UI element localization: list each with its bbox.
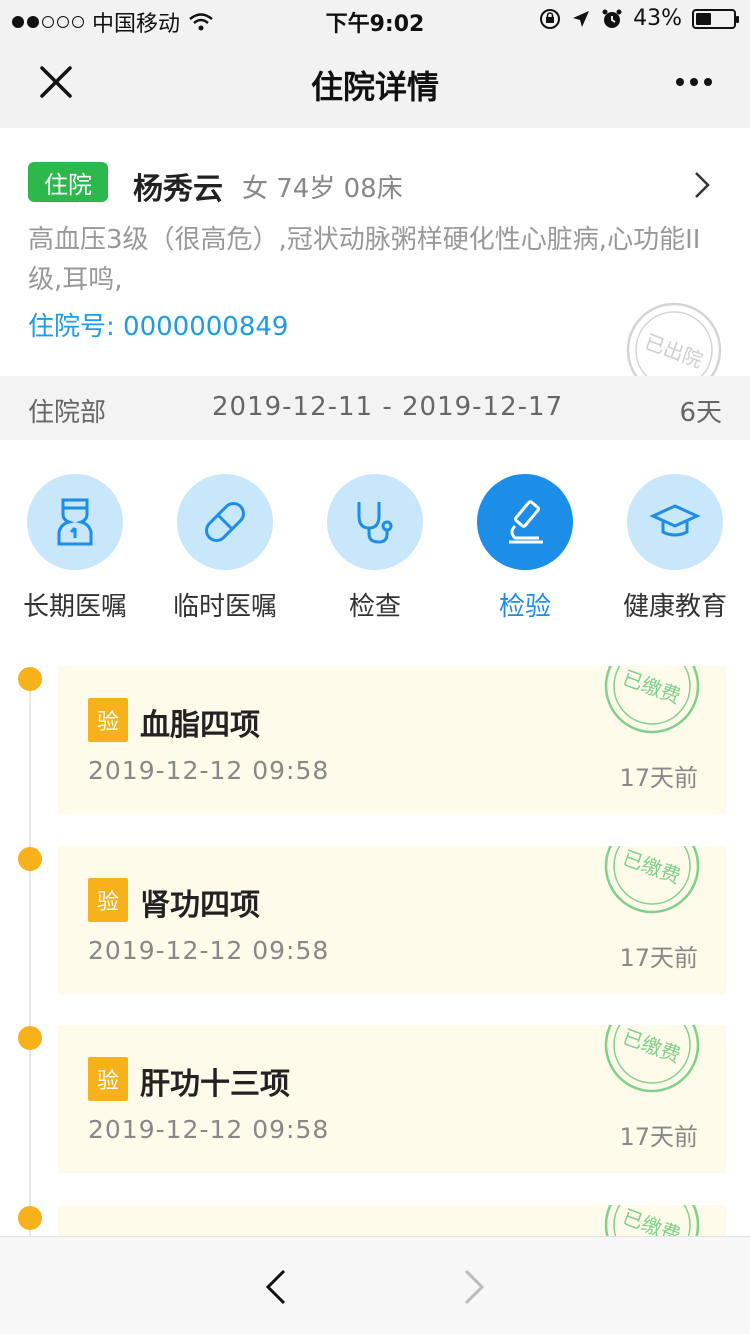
list-item[interactable]: 已缴费 [58, 1205, 726, 1236]
tab-label: 检查 [348, 592, 401, 622]
department-name: 住院部 [28, 398, 107, 428]
nav-bar: 住院详情 [0, 40, 750, 128]
microscope-icon [477, 474, 573, 570]
back-arrow-icon[interactable] [262, 1267, 290, 1307]
battery-icon [692, 8, 739, 29]
list-item[interactable]: 验 肾功四项 2019-12-12 09:58 17天前 已缴费 [58, 846, 726, 994]
tab-label: 长期医嘱 [22, 592, 127, 622]
paid-stamp: 已缴费 [604, 846, 700, 914]
timeline-dot [18, 1026, 42, 1050]
stay-days: 6天 [679, 398, 722, 428]
tab-temporary-orders[interactable]: 临时医嘱 [150, 474, 300, 623]
lab-badge: 验 [88, 878, 128, 922]
paid-stamp-text: 已缴费 [619, 1205, 684, 1236]
item-ago: 17天前 [619, 944, 698, 972]
alarm-icon [602, 9, 622, 28]
item-name: 肾功四项 [140, 888, 260, 923]
item-time: 2019-12-12 09:58 [88, 756, 330, 785]
pill-icon [177, 474, 273, 570]
patient-card[interactable]: 住院 杨秀云 女 74岁 08床 高血压3级（很高危）,冠状动脉粥样硬化性心脏病… [0, 128, 750, 398]
timeline-dot [18, 667, 42, 691]
list-item[interactable]: 验 血脂四项 2019-12-12 09:58 17天前 已缴费 [58, 666, 726, 814]
rotation-lock-icon [540, 8, 561, 29]
list-item[interactable]: 验 肝功十三项 2019-12-12 09:58 17天前 已缴费 [58, 1025, 726, 1173]
top-bar: 中国移动 下午9:02 43% 住院详情 [0, 0, 750, 128]
tab-lab-test[interactable]: 检验 [450, 474, 600, 623]
item-ago: 17天前 [619, 1123, 698, 1151]
page-title: 住院详情 [310, 68, 439, 106]
patient-info: 女 74岁 08床 [242, 174, 403, 204]
battery-percent: 43% [633, 6, 682, 31]
item-time: 2019-12-12 09:58 [88, 1115, 330, 1144]
tab-examination[interactable]: 检查 [300, 474, 450, 623]
chevron-right-icon[interactable] [690, 170, 714, 200]
forward-arrow-icon[interactable] [460, 1267, 488, 1307]
status-bar: 中国移动 下午9:02 43% [0, 0, 750, 40]
status-right: 43% [539, 6, 739, 31]
paid-stamp: 已缴费 [604, 1025, 700, 1093]
stay-date-range: 2019-12-11 - 2019-12-17 [212, 392, 564, 422]
paid-stamp-text: 已缴费 [619, 666, 684, 708]
bottom-toolbar [0, 1236, 750, 1334]
item-ago: 17天前 [619, 764, 698, 792]
lab-badge: 验 [88, 698, 128, 742]
long-term-order-icon [27, 474, 123, 570]
paid-stamp: 已缴费 [604, 666, 700, 734]
battery-fill [696, 12, 711, 25]
hospital-number: 住院号: 0000000849 [28, 312, 289, 342]
timeline-dot [18, 847, 42, 871]
diagnosis-text: 高血压3级（很高危）,冠状动脉粥样硬化性心脏病,心功能II级,耳鸣, [28, 225, 701, 295]
item-time: 2019-12-12 09:58 [88, 936, 330, 965]
more-icon[interactable] [674, 70, 714, 94]
category-tabs: 长期医嘱 临时医嘱 检查 检验 健康教育 [0, 474, 750, 634]
paid-stamp-text: 已缴费 [619, 1025, 684, 1067]
paid-stamp-text: 已缴费 [619, 846, 684, 888]
status-badge: 住院 [28, 162, 108, 202]
tab-long-term-orders[interactable]: 长期医嘱 [0, 474, 150, 623]
stethoscope-icon [327, 474, 423, 570]
tab-label: 健康教育 [622, 592, 727, 622]
department-row: 住院部 2019-12-11 - 2019-12-17 6天 [0, 376, 750, 440]
paid-stamp: 已缴费 [604, 1205, 700, 1236]
location-arrow-icon [573, 10, 590, 27]
timeline-dot [18, 1206, 42, 1230]
discharged-stamp-text: 已出院 [641, 329, 706, 372]
lab-badge: 验 [88, 1057, 128, 1101]
graduation-cap-icon [627, 474, 723, 570]
tab-label: 临时医嘱 [172, 592, 277, 622]
item-name: 肝功十三项 [140, 1067, 290, 1102]
item-name: 血脂四项 [140, 708, 260, 743]
timeline-line [29, 680, 31, 1240]
patient-name: 杨秀云 [133, 172, 223, 207]
tab-health-education[interactable]: 健康教育 [600, 474, 750, 623]
tab-label: 检验 [498, 592, 551, 622]
